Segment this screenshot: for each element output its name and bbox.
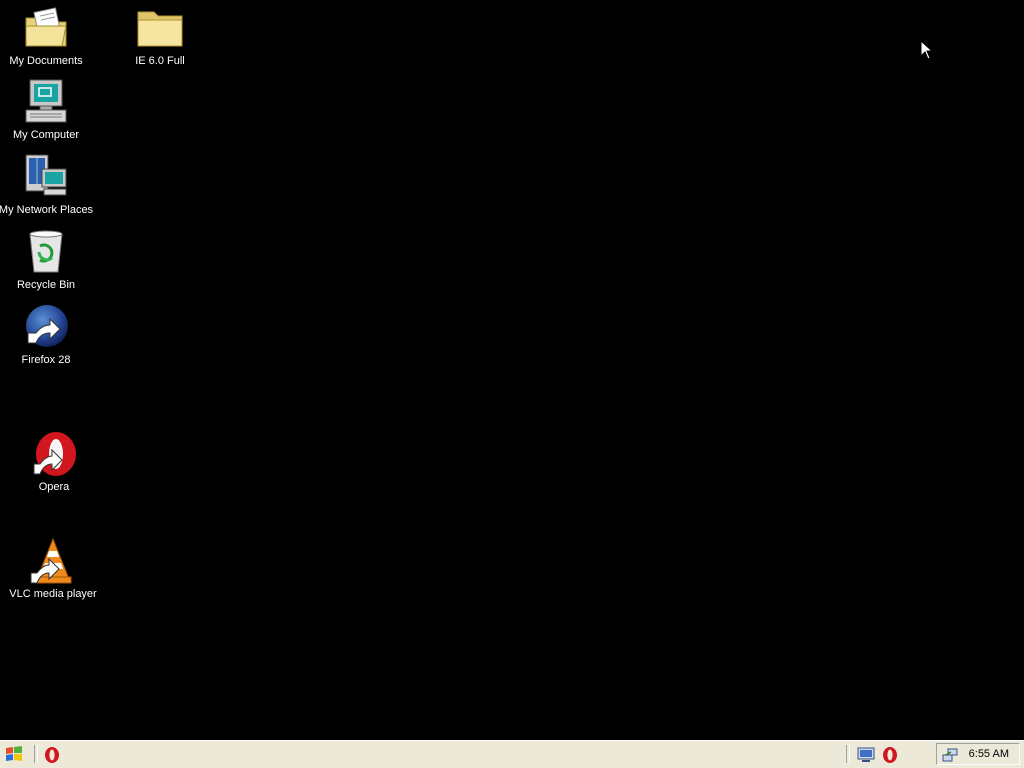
windows-logo-icon (6, 746, 22, 761)
my-documents-icon (25, 7, 67, 47)
my-computer-icon (25, 79, 67, 123)
opera-task-icon[interactable] (880, 745, 900, 765)
network-places-icon (25, 154, 67, 196)
vlc-shortcut-icon (30, 537, 72, 584)
desktop-icon-label: VLC media player (9, 588, 97, 600)
system-tray: 6:55 AM (936, 743, 1020, 765)
recycle-bin-icon (29, 230, 63, 273)
taskbar-separator (34, 745, 38, 763)
desktop-icon-vlc[interactable]: VLC media player (5, 537, 101, 601)
desktop-icon-my-documents[interactable]: My Documents (0, 4, 94, 68)
desktop-icon-my-network-places[interactable]: My Network Places (0, 153, 94, 217)
display-icon[interactable] (856, 745, 876, 765)
firefox-shortcut-icon (26, 305, 68, 347)
desktop-icon-firefox[interactable]: Firefox 28 (0, 303, 94, 367)
desktop-icon-label: My Computer (12, 129, 80, 141)
taskbar-clock[interactable]: 6:55 AM (969, 748, 1009, 760)
desktop-icon-label: IE 6.0 Full (135, 55, 185, 67)
desktop-icon-label: My Network Places (0, 204, 94, 216)
desktop-icon-label: My Documents (9, 55, 83, 67)
desktop-icon-label: Firefox 28 (21, 354, 71, 366)
network-tray-icon[interactable] (941, 746, 959, 764)
desktop-icon-ie6-folder[interactable]: IE 6.0 Full (112, 4, 208, 68)
desktop-icon-my-computer[interactable]: My Computer (0, 78, 94, 142)
quick-launch-opera-icon[interactable] (42, 745, 62, 765)
desktop-icon-opera[interactable]: Opera (6, 430, 102, 494)
desktop-icon-label: Recycle Bin (16, 279, 76, 291)
desktop[interactable]: My Documents IE 6.0 Full My Computer My … (0, 0, 1024, 740)
folder-icon (137, 11, 183, 47)
start-button[interactable] (2, 743, 26, 765)
mouse-cursor-icon (920, 40, 934, 60)
desktop-icon-recycle-bin[interactable]: Recycle Bin (0, 228, 94, 292)
opera-shortcut-icon (33, 432, 76, 476)
desktop-icon-label: Opera (38, 481, 70, 493)
taskbar-separator (846, 745, 850, 763)
taskbar: 6:55 AM (0, 740, 1024, 768)
